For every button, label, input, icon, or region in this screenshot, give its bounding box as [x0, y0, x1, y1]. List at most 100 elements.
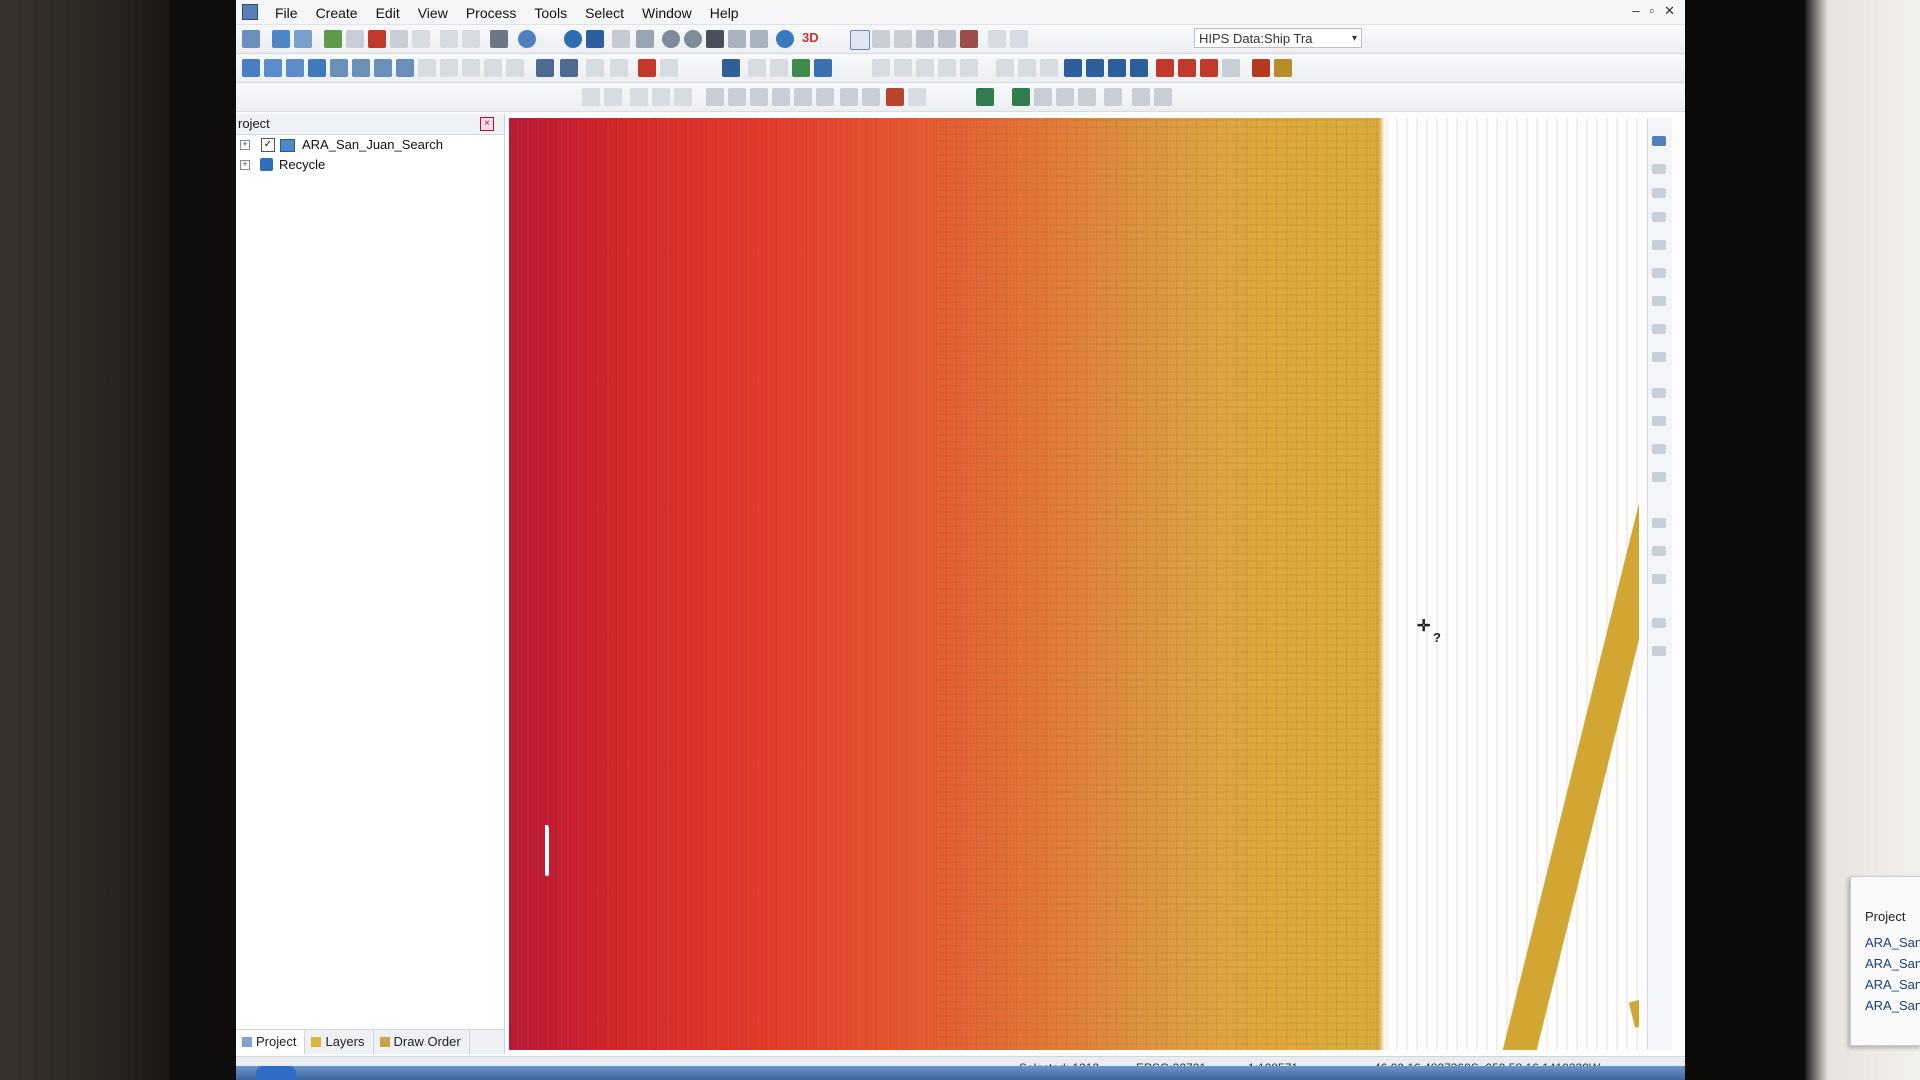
- menu-file[interactable]: File: [266, 4, 307, 22]
- measure-tool-icon[interactable]: [1652, 388, 1666, 398]
- select-rectangle-icon[interactable]: [916, 30, 934, 48]
- pointer-icon[interactable]: [1652, 164, 1666, 174]
- compute-tpu-icon[interactable]: [748, 59, 766, 77]
- select-point-icon[interactable]: [872, 30, 890, 48]
- edit-tool-icon[interactable]: [1652, 324, 1666, 334]
- polygon-icon[interactable]: [506, 59, 524, 77]
- edit-icon[interactable]: [242, 59, 260, 77]
- terrain-filter-icon[interactable]: [1034, 88, 1052, 106]
- filter-settings-icon[interactable]: [660, 59, 678, 77]
- save-all-icon[interactable]: [390, 30, 408, 48]
- refresh-icon[interactable]: [586, 30, 604, 48]
- popup-item[interactable]: ARA_San: [1865, 977, 1920, 992]
- print-icon[interactable]: [490, 30, 508, 48]
- surface-icon[interactable]: [610, 59, 628, 77]
- zoom-out-icon[interactable]: [684, 30, 702, 48]
- select-pointer-icon[interactable]: [850, 30, 870, 50]
- select-line-icon[interactable]: [894, 30, 912, 48]
- menu-create[interactable]: Create: [307, 4, 367, 22]
- light-tool-icon[interactable]: [1652, 574, 1666, 584]
- terrain-icon[interactable]: [976, 88, 994, 106]
- menu-edit[interactable]: Edit: [367, 4, 409, 22]
- filter-icon[interactable]: [638, 59, 656, 77]
- help-icon[interactable]: [518, 30, 536, 48]
- query-icon[interactable]: [960, 30, 978, 48]
- flag-icon[interactable]: [536, 59, 554, 77]
- profile-icon[interactable]: [916, 59, 934, 77]
- open-recent-icon[interactable]: [294, 30, 312, 48]
- color-scheme-icon[interactable]: [1200, 59, 1218, 77]
- text-icon[interactable]: [440, 59, 458, 77]
- close-project-icon[interactable]: [412, 30, 430, 48]
- undo-icon[interactable]: [440, 30, 458, 48]
- light-icon[interactable]: [674, 88, 692, 106]
- draw-icon[interactable]: [1652, 240, 1666, 250]
- axes-icon[interactable]: [652, 88, 670, 106]
- hips-data-combo[interactable]: HIPS Data:Ship Tra ▾: [1194, 28, 1362, 48]
- navigate-icon[interactable]: [1652, 136, 1666, 146]
- sidescan-icon[interactable]: [418, 59, 436, 77]
- 3d-mode-icon[interactable]: [604, 88, 622, 106]
- grid-toggle-icon[interactable]: [1652, 268, 1666, 278]
- zoom-tool-icon[interactable]: [1652, 444, 1666, 454]
- terrain-profile-icon[interactable]: [1056, 88, 1074, 106]
- tide-icon[interactable]: [374, 59, 392, 77]
- import-icon[interactable]: [324, 30, 342, 48]
- statistics-icon[interactable]: [960, 59, 978, 77]
- zoom-in-icon[interactable]: [662, 30, 680, 48]
- tree-item-ara-san-juan-search[interactable]: + ✓ ARA_San_Juan_Search: [236, 135, 504, 155]
- attitude-editor-icon[interactable]: [330, 59, 348, 77]
- layer-icon[interactable]: [484, 59, 502, 77]
- zoom-previous-icon[interactable]: [728, 30, 746, 48]
- mark-icon[interactable]: [560, 59, 578, 77]
- georeference-icon[interactable]: [770, 59, 788, 77]
- geographic-view-icon[interactable]: [776, 30, 794, 48]
- measure-distance-icon[interactable]: [1010, 30, 1028, 48]
- stack-tool-icon[interactable]: [1652, 352, 1666, 362]
- curtain-icon[interactable]: [938, 59, 956, 77]
- annotation-icon[interactable]: [462, 59, 480, 77]
- menu-window[interactable]: Window: [633, 4, 701, 22]
- shade-icon[interactable]: [706, 88, 724, 106]
- record-icon[interactable]: [862, 88, 880, 106]
- menu-select[interactable]: Select: [576, 4, 633, 22]
- process-designer-icon[interactable]: [814, 59, 832, 77]
- cube-icon[interactable]: [586, 59, 604, 77]
- plot-icon[interactable]: [1132, 88, 1150, 106]
- terrain-volume-icon[interactable]: [1078, 88, 1096, 106]
- line-icon[interactable]: [1652, 188, 1666, 198]
- start-button[interactable]: [256, 1066, 296, 1080]
- new-project-icon[interactable]: [242, 30, 260, 48]
- legend-icon[interactable]: [1222, 59, 1240, 77]
- tab-layers[interactable]: Layers: [305, 1030, 374, 1054]
- depth-layer-icon[interactable]: [1252, 59, 1270, 77]
- palette-icon[interactable]: [816, 88, 834, 106]
- sounding-icon[interactable]: [894, 59, 912, 77]
- tree-item-recycle[interactable]: + Recycle: [236, 155, 504, 175]
- feature-icon[interactable]: [996, 59, 1014, 77]
- pan-icon[interactable]: [706, 30, 724, 48]
- menu-tools[interactable]: Tools: [525, 4, 576, 22]
- stack-icon[interactable]: [794, 88, 812, 106]
- select-tool-icon[interactable]: [1652, 296, 1666, 306]
- navigation-editor-icon[interactable]: [308, 59, 326, 77]
- popup-item[interactable]: ARA_San: [1865, 956, 1920, 971]
- link-icon[interactable]: [1108, 59, 1126, 77]
- options-tool-icon[interactable]: [1652, 646, 1666, 656]
- color-map-icon[interactable]: [1156, 59, 1174, 77]
- redo-icon[interactable]: [462, 30, 480, 48]
- menu-process[interactable]: Process: [457, 4, 526, 22]
- contour-icon[interactable]: [872, 59, 890, 77]
- minimize-icon[interactable]: –: [1632, 3, 1639, 19]
- network-icon[interactable]: [1086, 59, 1104, 77]
- zoom-extents-icon[interactable]: [750, 30, 768, 48]
- tilt-tool-icon[interactable]: [1652, 546, 1666, 556]
- tile-icon[interactable]: [772, 88, 790, 106]
- color-range-icon[interactable]: [1178, 59, 1196, 77]
- feature-edit-icon[interactable]: [1018, 59, 1036, 77]
- layer-visibility-checkbox[interactable]: ✓: [261, 138, 275, 152]
- popup-item[interactable]: ARA_San: [1865, 998, 1920, 1013]
- hand-icon[interactable]: [1652, 212, 1666, 222]
- process-icon[interactable]: [792, 59, 810, 77]
- expand-icon[interactable]: +: [240, 140, 250, 150]
